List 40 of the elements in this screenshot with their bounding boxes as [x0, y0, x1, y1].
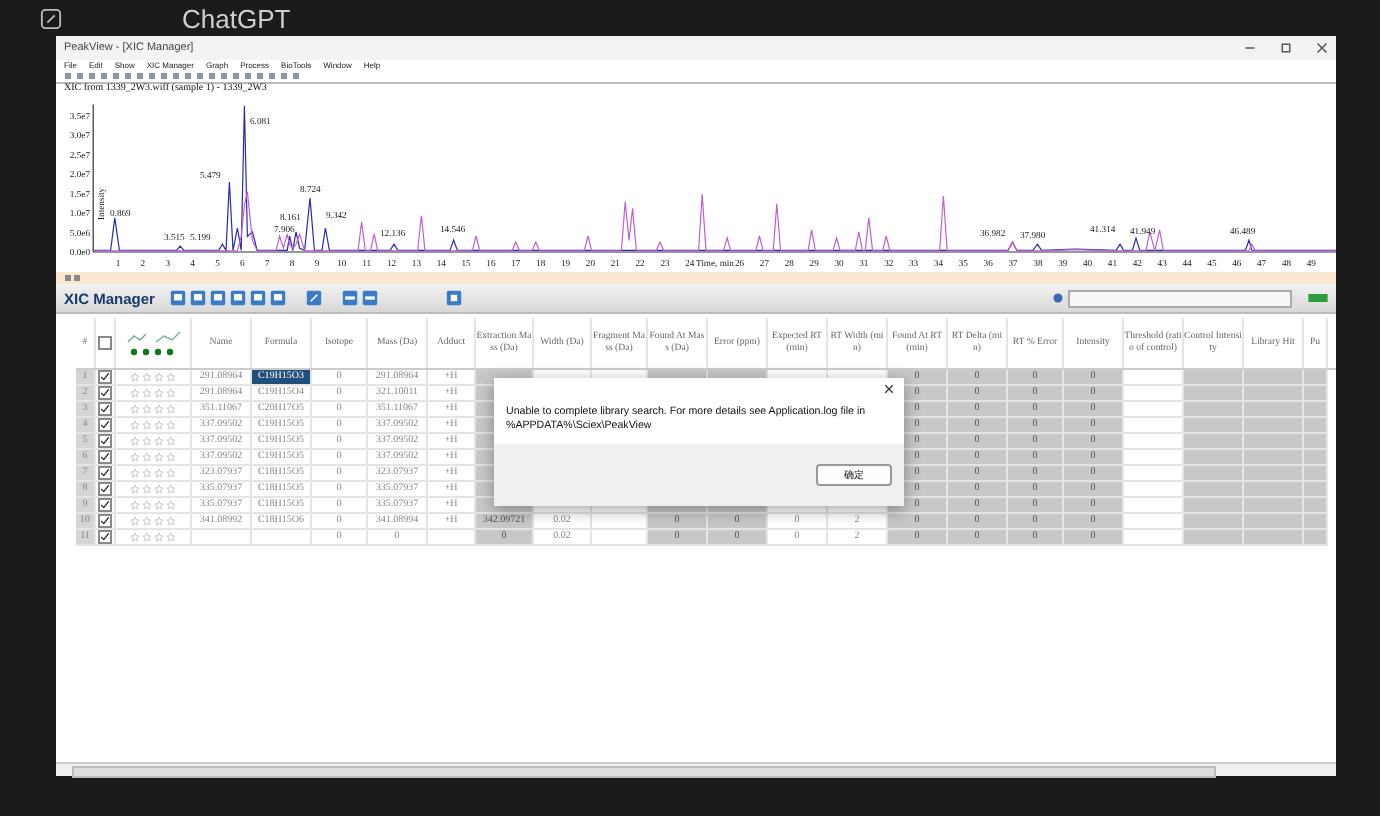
row-checkbox[interactable] — [98, 514, 112, 528]
toolbar-icon[interactable] — [64, 274, 84, 282]
star-rating[interactable] — [130, 516, 176, 526]
star-rating[interactable] — [130, 532, 176, 542]
close-icon[interactable] — [884, 384, 894, 394]
table-cell — [428, 530, 476, 546]
toolbar-icon[interactable] — [446, 290, 463, 306]
star-rating[interactable] — [130, 404, 176, 414]
star-rating[interactable] — [130, 436, 176, 446]
minimize-icon[interactable] — [1244, 42, 1256, 54]
row-checkbox[interactable] — [98, 418, 112, 432]
toolbar-icon[interactable] — [306, 290, 323, 306]
row-checkbox[interactable] — [98, 434, 112, 448]
app-title: ChatGPT — [182, 3, 291, 33]
horizontal-scrollbar[interactable] — [56, 762, 1336, 776]
star-rating[interactable] — [130, 372, 176, 382]
header-checkbox[interactable] — [98, 336, 112, 350]
star-rating[interactable] — [130, 420, 176, 430]
row-checkbox[interactable] — [98, 466, 112, 480]
row-checkbox[interactable] — [98, 370, 112, 384]
star-rating[interactable] — [130, 468, 176, 478]
star-rating[interactable] — [130, 452, 176, 462]
edit-icon[interactable] — [40, 7, 62, 29]
battery-icon — [1308, 294, 1328, 302]
row-checkbox[interactable] — [98, 530, 112, 544]
row-checkbox[interactable] — [98, 386, 112, 400]
search-field[interactable] — [1068, 289, 1292, 307]
row-checkbox[interactable] — [98, 498, 112, 512]
row-checkbox[interactable] — [98, 450, 112, 464]
star-rating[interactable] — [130, 500, 176, 510]
star-rating[interactable] — [130, 388, 176, 398]
search-icon[interactable] — [1052, 292, 1064, 304]
star-rating[interactable] — [130, 484, 176, 494]
toolbar-icon[interactable] — [342, 290, 359, 306]
close-icon[interactable] — [1316, 42, 1328, 54]
rating-header-icon — [123, 329, 183, 357]
toolbar-icon[interactable] — [362, 290, 379, 306]
row-checkbox[interactable] — [98, 402, 112, 416]
maximize-icon[interactable] — [1280, 42, 1292, 54]
row-checkbox[interactable] — [98, 482, 112, 496]
